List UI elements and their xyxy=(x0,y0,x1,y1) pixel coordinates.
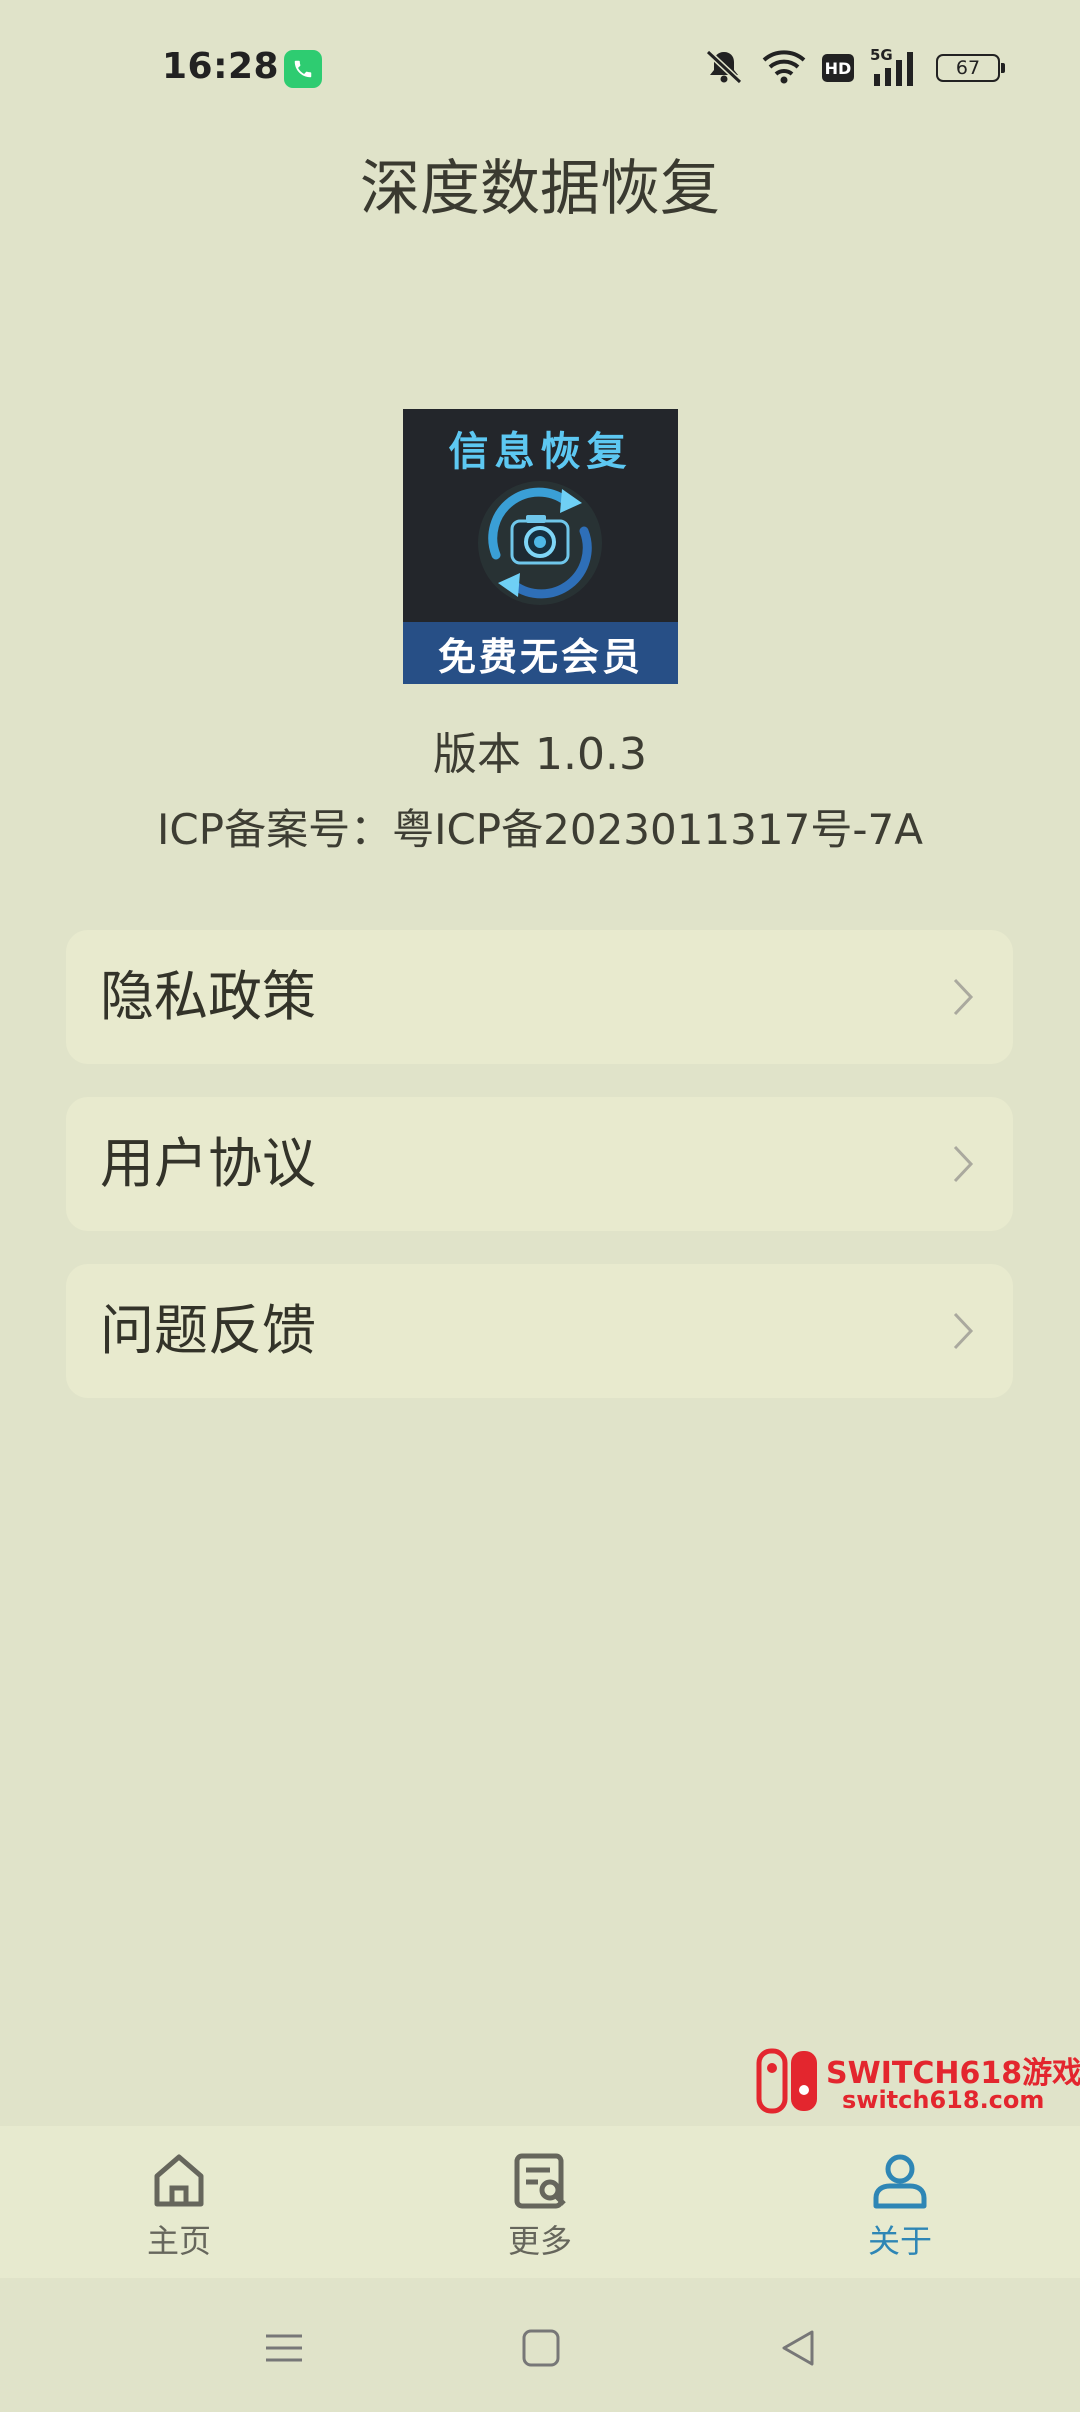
tab-more[interactable]: 更多 xyxy=(440,2126,640,2278)
tab-home[interactable]: 主页 xyxy=(79,2126,279,2278)
person-icon xyxy=(873,2154,927,2209)
switch-logo-icon xyxy=(756,2048,817,2114)
signal-5g-icon: 5G xyxy=(870,46,920,88)
watermark: SWITCH618游戏 switch618.com xyxy=(756,2046,1080,2116)
hd-badge: HD xyxy=(822,54,854,82)
tab-label: 更多 xyxy=(507,2222,572,2260)
back-triangle-icon[interactable] xyxy=(768,2318,828,2378)
app-logo: 信息恢复 免费无会员 xyxy=(403,409,678,684)
menu-item-privacy-policy[interactable]: 隐私政策 xyxy=(66,930,1013,1064)
watermark-line2: switch618.com xyxy=(842,2086,1045,2114)
home-icon xyxy=(154,2154,204,2207)
bottom-tab-bar: 主页 更多 关于 xyxy=(0,2126,1080,2278)
menu-icon[interactable] xyxy=(254,2318,314,2378)
chevron-right-icon xyxy=(953,978,974,1016)
version-text: 版本 1.0.3 xyxy=(433,729,647,780)
icp-text: ICP备案号：粤ICP备2023011317号-7A xyxy=(157,805,923,854)
phone-icon xyxy=(284,50,322,88)
tab-label: 关于 xyxy=(867,2222,932,2260)
status-bar: 16:28 HD 5G 67 xyxy=(0,0,1080,140)
home-square-icon[interactable] xyxy=(511,2318,571,2378)
camera-refresh-icon xyxy=(470,465,610,619)
menu-item-label: 用户协议 xyxy=(100,1132,316,1195)
chevron-right-icon xyxy=(953,1145,974,1183)
tab-about[interactable]: 关于 xyxy=(800,2126,1000,2278)
wifi-icon xyxy=(762,48,806,88)
system-nav-bar xyxy=(0,2278,1080,2412)
page-title: 深度数据恢复 xyxy=(360,154,720,224)
battery-level: 67 xyxy=(955,57,981,79)
battery-icon: 67 xyxy=(936,54,1005,82)
menu-item-label: 问题反馈 xyxy=(100,1299,316,1362)
tab-label: 主页 xyxy=(146,2222,211,2260)
logo-bottom-text: 免费无会员 xyxy=(403,622,678,684)
document-search-icon xyxy=(514,2153,566,2209)
mute-bell-icon xyxy=(702,46,746,90)
menu-item-feedback[interactable]: 问题反馈 xyxy=(66,1264,1013,1398)
menu-item-label: 隐私政策 xyxy=(100,965,316,1028)
chevron-right-icon xyxy=(953,1312,974,1350)
menu-item-user-agreement[interactable]: 用户协议 xyxy=(66,1097,1013,1231)
status-time: 16:28 xyxy=(162,46,280,87)
